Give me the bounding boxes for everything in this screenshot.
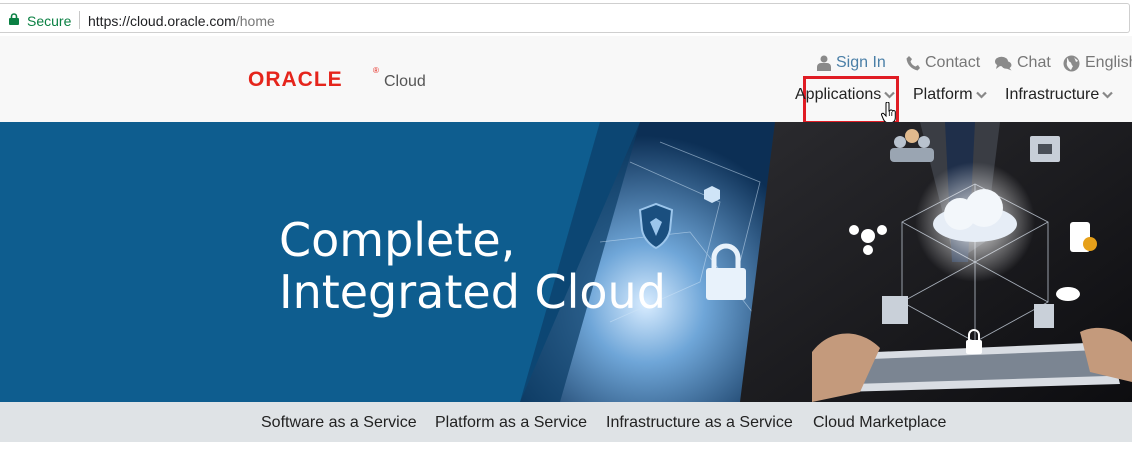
logo-cloud-label: Cloud (384, 73, 426, 90)
hand-cursor-icon (881, 102, 896, 124)
browser-address-bar: Secure https://cloud.oracle.com/home (0, 0, 1132, 36)
contact-link[interactable]: Contact (906, 54, 980, 72)
address-divider (79, 11, 80, 29)
language-label: English (1085, 54, 1132, 71)
nav-infrastructure-label: Infrastructure (1005, 86, 1100, 103)
globe-icon (1063, 55, 1080, 71)
nav-infrastructure[interactable]: Infrastructure (1005, 86, 1114, 104)
chat-link[interactable]: Chat (995, 54, 1051, 72)
chevron-down-icon (975, 91, 987, 99)
url-path: /home (235, 13, 275, 29)
chat-bubbles-icon (995, 56, 1012, 70)
sign-in-label: Sign In (836, 54, 886, 71)
subnav-saas-link[interactable]: Software as a Service (261, 414, 417, 432)
url-text[interactable]: https://cloud.oracle.com/home (88, 13, 275, 29)
logo-wordmark: ORACLE (248, 68, 343, 91)
hero-title-line1: Complete, (279, 213, 516, 267)
hero-banner[interactable]: Complete, Integrated Cloud (0, 122, 1132, 402)
chevron-down-icon (1102, 91, 1114, 99)
service-subnav: Software as a Service Platform as a Serv… (0, 402, 1132, 442)
nav-platform[interactable]: Platform (913, 86, 987, 104)
user-icon (817, 55, 831, 71)
phone-icon (906, 56, 920, 71)
hero-title-line2: Integrated Cloud (279, 265, 666, 319)
nav-applications[interactable]: Applications (795, 86, 896, 104)
subnav-marketplace-link[interactable]: Cloud Marketplace (813, 414, 946, 432)
language-link[interactable]: English (1063, 54, 1132, 72)
sign-in-link[interactable]: Sign In (817, 54, 886, 72)
subnav-paas-link[interactable]: Platform as a Service (435, 414, 587, 432)
chevron-down-icon (884, 91, 896, 99)
nav-platform-label: Platform (913, 86, 973, 103)
site-header: ORACLE ® Cloud Sign In Contact Chat Engl… (0, 36, 1132, 124)
hero-title: Complete, Integrated Cloud (279, 214, 666, 318)
nav-applications-label: Applications (795, 86, 882, 103)
secure-label: Secure (27, 13, 72, 29)
subnav-iaas-link[interactable]: Infrastructure as a Service (606, 414, 793, 432)
omnibox[interactable]: Secure https://cloud.oracle.com/home (0, 3, 1130, 33)
url-base: https://cloud.oracle.com (88, 13, 236, 29)
logo-registered-mark: ® (373, 66, 379, 75)
chat-label: Chat (1017, 54, 1051, 71)
lock-icon (9, 13, 19, 25)
contact-label: Contact (925, 54, 981, 71)
